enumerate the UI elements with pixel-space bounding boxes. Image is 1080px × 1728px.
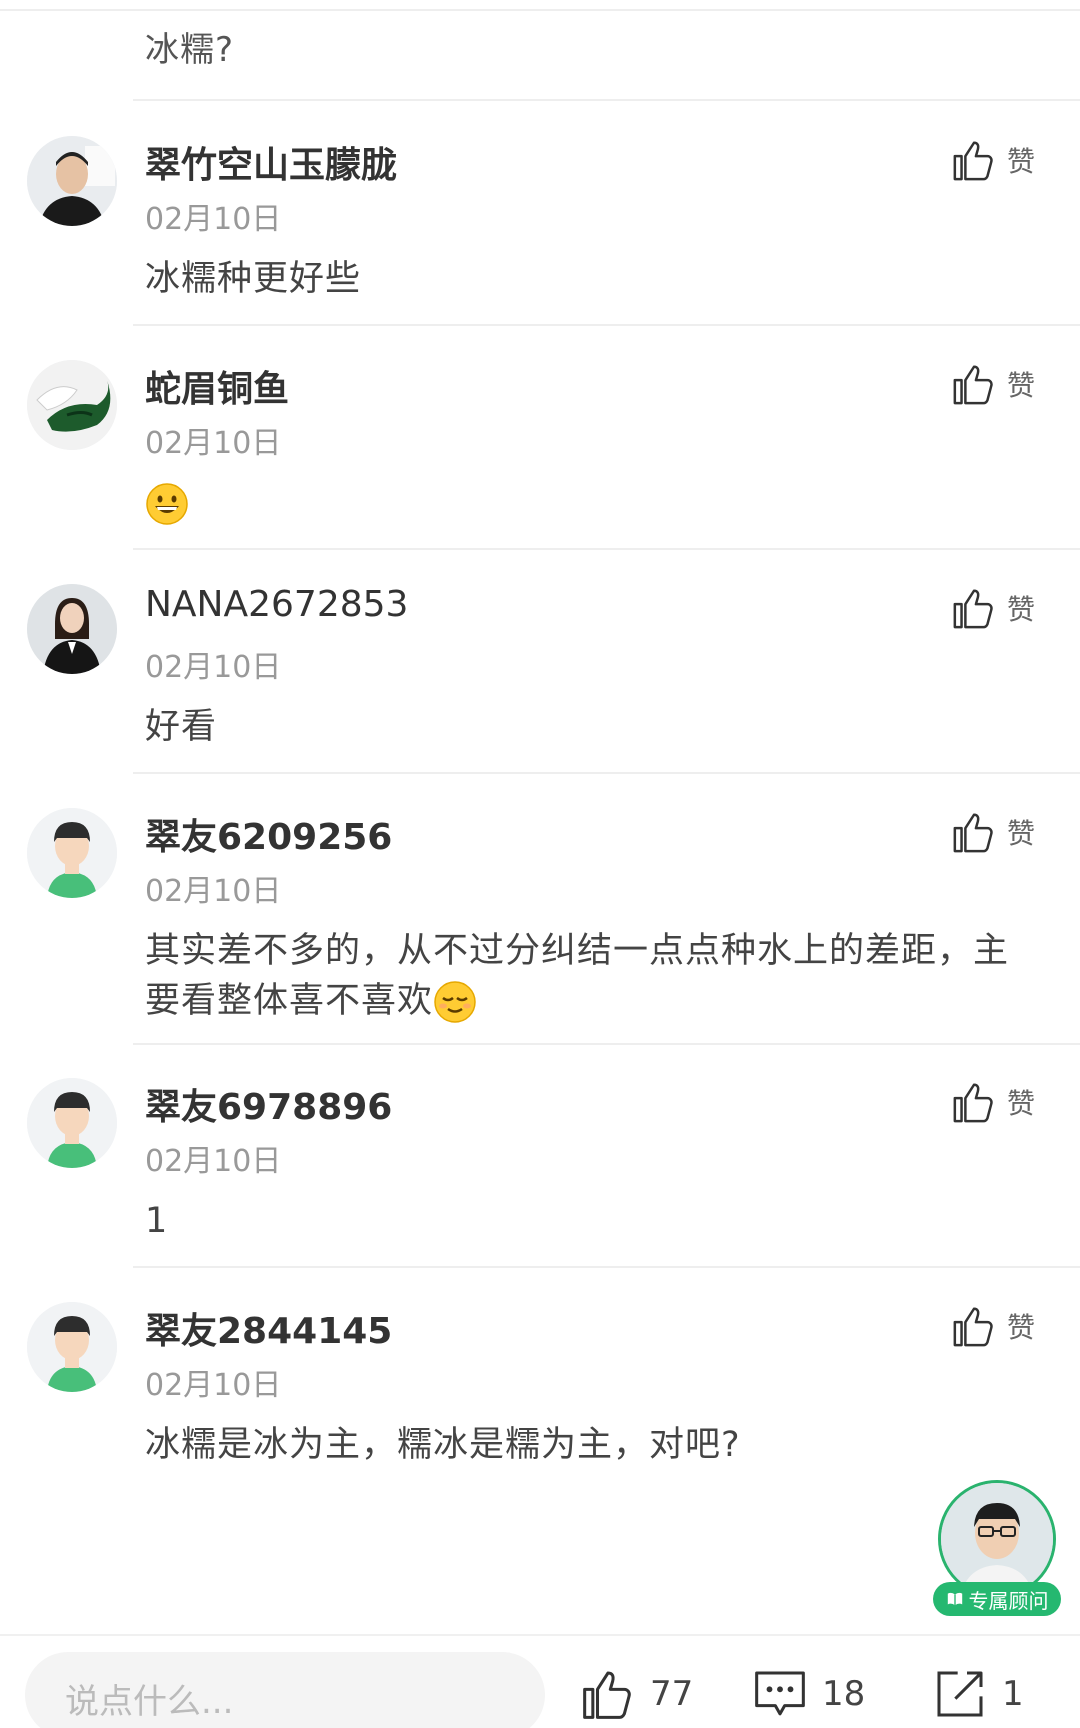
like-button[interactable]: 赞	[951, 584, 1035, 632]
comment-text: 冰糯是冰为主，糯冰是糯为主，对吧?	[145, 1425, 741, 1465]
book-icon	[947, 1592, 962, 1606]
default-user-avatar	[27, 1302, 117, 1392]
comment-input[interactable]: 说点什么...	[25, 1652, 545, 1728]
like-button[interactable]: 赞	[951, 808, 1035, 856]
advisor-label: 专属顾问	[968, 1588, 1049, 1613]
comment-divider	[133, 548, 1080, 550]
advisor-avatar	[938, 1480, 1056, 1598]
post-like-button[interactable]: 77	[580, 1666, 693, 1722]
comment-text: 其实差不多的，从不过分纠结一点点种水上的差距，主要看整体喜不喜欢	[145, 926, 1035, 1026]
comment-date: 02月10日	[145, 202, 282, 237]
comment-date: 02月10日	[145, 426, 282, 461]
bottom-action-bar: 说点什么... 77 18 1	[0, 1634, 1080, 1728]
jade-carving-avatar	[27, 360, 117, 450]
like-button[interactable]: 赞	[951, 1302, 1035, 1350]
share-icon	[937, 1671, 983, 1717]
user-avatar[interactable]	[27, 584, 117, 674]
comment-date: 02月10日	[145, 1144, 282, 1179]
user-avatar[interactable]	[27, 1302, 117, 1392]
like-button[interactable]: 赞	[951, 360, 1035, 408]
thumbs-up-icon	[953, 1083, 993, 1123]
comment-author[interactable]: 翠友6978896	[145, 1078, 392, 1130]
comment-author[interactable]: 蛇眉铜鱼	[145, 360, 289, 412]
thumbs-up-icon	[953, 1307, 993, 1347]
default-user-avatar	[27, 808, 117, 898]
like-button[interactable]: 赞	[951, 1078, 1035, 1126]
comment-divider	[133, 99, 1080, 101]
thumbs-up-icon	[953, 813, 993, 853]
comment-text-content: 其实差不多的，从不过分纠结一点点种水上的差距，主要看整体喜不喜欢	[145, 931, 1010, 1021]
comment-divider	[133, 772, 1080, 774]
like-button[interactable]: 赞	[951, 136, 1035, 184]
woman-photo-avatar	[27, 584, 117, 674]
comment-input-placeholder: 说点什么...	[65, 1682, 234, 1722]
like-label: 赞	[1006, 817, 1035, 850]
relieved-face-emoji	[434, 981, 476, 1023]
comment-text: 冰糯种更好些	[145, 259, 362, 299]
like-label: 赞	[1006, 1311, 1035, 1344]
user-avatar[interactable]	[27, 360, 117, 450]
grinning-face-emoji	[146, 483, 188, 525]
comment-text: 1	[145, 1201, 169, 1241]
comment-author[interactable]: 翠友6209256	[145, 808, 392, 860]
partial-comment-text: 冰糯?	[145, 30, 235, 70]
user-avatar[interactable]	[27, 136, 117, 226]
default-user-avatar	[27, 1078, 117, 1168]
advisor-floating-button[interactable]: 专属顾问	[933, 1480, 1061, 1618]
comment-author[interactable]: NANA2672853	[145, 584, 408, 625]
user-avatar[interactable]	[27, 1078, 117, 1168]
like-label: 赞	[1006, 593, 1035, 626]
like-label: 赞	[1006, 145, 1035, 178]
like-label: 赞	[1006, 1087, 1035, 1120]
top-divider	[0, 9, 1080, 11]
comment-count: 18	[822, 1674, 866, 1714]
user-avatar[interactable]	[27, 808, 117, 898]
advisor-badge: 专属顾问	[933, 1582, 1061, 1616]
thumbs-up-icon	[953, 141, 993, 181]
comment-author[interactable]: 翠友2844145	[145, 1302, 392, 1354]
thumbs-up-icon	[953, 589, 993, 629]
comment-divider	[133, 324, 1080, 326]
comment-date: 02月10日	[145, 1368, 282, 1403]
comment-divider	[133, 1266, 1080, 1268]
comment-date: 02月10日	[145, 650, 282, 685]
like-label: 赞	[1006, 369, 1035, 402]
comment-bubble-icon	[755, 1671, 805, 1716]
comment-author[interactable]: 翠竹空山玉朦胧	[145, 136, 397, 188]
comment-text	[145, 478, 1035, 528]
thumbs-up-icon	[583, 1671, 631, 1719]
share-count: 1	[1002, 1674, 1024, 1714]
comment-text: 好看	[145, 707, 218, 747]
comments-button[interactable]: 18	[752, 1666, 865, 1722]
share-button[interactable]: 1	[932, 1666, 1024, 1722]
advisor-photo	[941, 1483, 1053, 1595]
comment-date: 02月10日	[145, 874, 282, 909]
thumbs-up-icon	[953, 365, 993, 405]
like-count: 77	[650, 1674, 694, 1714]
man-photo-avatar	[27, 136, 117, 226]
comment-divider	[133, 1043, 1080, 1045]
